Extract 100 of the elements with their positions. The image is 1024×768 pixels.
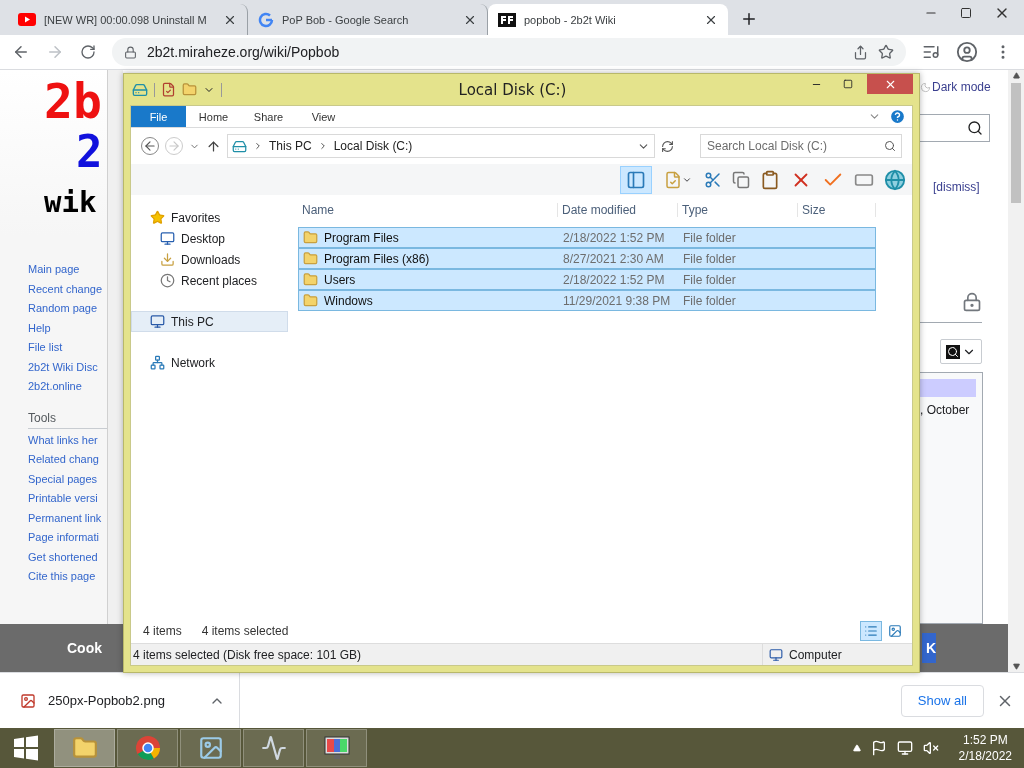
scroll-down-icon[interactable] — [1012, 663, 1020, 670]
sidebar-link[interactable]: Help — [28, 318, 107, 338]
nav-item[interactable]: Network — [131, 352, 288, 373]
search-dropdown[interactable] — [940, 339, 982, 364]
clock-icon — [160, 273, 175, 288]
search-icon[interactable] — [967, 120, 983, 136]
nav-item[interactable]: Downloads — [131, 249, 288, 270]
color-screen-icon — [323, 736, 350, 760]
file-row[interactable]: Program Files 2/18/2022 1:52 PM File folder — [298, 227, 876, 248]
file-row[interactable]: Program Files (x86) 8/27/2021 2:30 AM File folder — [298, 248, 876, 269]
network-icon[interactable] — [896, 740, 913, 756]
show-all-button[interactable]: Show all — [900, 684, 984, 717]
new-tab-icon[interactable] — [740, 10, 758, 28]
column-header[interactable]: Type — [678, 203, 798, 217]
up-icon[interactable] — [206, 138, 221, 154]
browser-logo-icon — [134, 735, 161, 761]
folder-icon — [303, 272, 318, 287]
sidebar-link[interactable]: 2b2t Wiki Disc — [28, 357, 107, 377]
drive-icon[interactable] — [132, 81, 148, 98]
paste-icon[interactable] — [760, 169, 780, 190]
sidebar-link[interactable]: Printable versi — [28, 489, 107, 509]
picture-frame-icon — [197, 735, 224, 761]
download-icon — [160, 252, 175, 267]
folder-icon — [303, 251, 318, 266]
infobox-text: , October — [920, 403, 971, 417]
sidebar-link[interactable]: Special pages — [28, 469, 107, 489]
column-header[interactable]: Size — [798, 203, 876, 217]
view-button[interactable] — [860, 621, 882, 641]
sidebar-link[interactable]: Main page — [28, 260, 107, 280]
sidebar-link[interactable]: 2b2t.online — [28, 377, 107, 397]
start-icon[interactable] — [12, 734, 40, 762]
tray-expand-icon[interactable] — [852, 744, 861, 752]
nav-item[interactable]: This PC — [131, 311, 288, 332]
drive-icon — [232, 138, 247, 154]
lock-icon[interactable] — [124, 45, 137, 59]
scroll-up-icon[interactable] — [1012, 72, 1020, 79]
profile-icon[interactable] — [956, 41, 978, 63]
bookmark-star-icon[interactable] — [878, 44, 894, 60]
sidebar-link[interactable]: Page informati — [28, 528, 107, 548]
scroll-thumb[interactable] — [1011, 83, 1021, 203]
clock[interactable]: 1:52 PM 2/18/2022 — [958, 732, 1012, 764]
panel-icon — [626, 169, 646, 190]
status-location: Computer — [789, 647, 842, 662]
refresh-icon[interactable] — [661, 139, 674, 153]
thumbnail-icon — [888, 624, 902, 638]
scrollbar[interactable] — [1008, 70, 1024, 672]
volume-muted-icon[interactable] — [922, 740, 939, 756]
wiki-logo-text: wik — [44, 184, 98, 221]
nav-item[interactable]: Favorites — [131, 207, 288, 228]
chevron-icon[interactable] — [253, 141, 263, 151]
taskbar-app[interactable] — [243, 729, 304, 767]
search-engine-logo-icon — [258, 11, 274, 28]
star-icon — [150, 210, 165, 225]
sidebar-link[interactable]: Permanent link — [28, 508, 107, 528]
breadcrumb[interactable]: Local Disk (C:) — [333, 139, 413, 153]
monitor-icon — [160, 231, 175, 246]
nav-item[interactable]: Desktop — [131, 228, 288, 249]
sidebar-link[interactable]: Cite this page — [28, 567, 107, 587]
sidebar-link[interactable]: What links her — [28, 430, 107, 450]
breadcrumb[interactable]: This PC — [269, 139, 312, 153]
file-row[interactable]: Users 2/18/2022 1:52 PM File folder — [298, 269, 876, 290]
dismiss-link[interactable]: [dismiss] — [933, 180, 1008, 194]
nav-item[interactable]: Recent places — [131, 270, 288, 291]
column-header[interactable]: Name — [298, 203, 558, 217]
window-title: Local Disk (C:) — [457, 80, 568, 99]
browser-tab[interactable]: popbob - 2b2t Wiki — [488, 4, 728, 35]
sidebar-link[interactable]: Random page — [28, 299, 107, 319]
properties-icon — [664, 170, 682, 189]
copy-icon[interactable] — [732, 170, 750, 189]
properties-icon[interactable] — [161, 82, 176, 97]
taskbar-app[interactable] — [117, 729, 178, 767]
accept-button[interactable]: K — [922, 633, 936, 663]
search-field[interactable]: Search Local Disk (C:) — [700, 134, 902, 158]
ribbon-tab[interactable]: File — [131, 106, 186, 127]
lock-icon — [962, 292, 982, 312]
preview-pane-button[interactable] — [620, 165, 652, 194]
media-icon[interactable] — [922, 43, 940, 61]
taskbar-app[interactable] — [180, 729, 241, 767]
reload-icon[interactable] — [80, 44, 96, 60]
taskbar-app[interactable] — [306, 729, 367, 767]
help-icon[interactable] — [889, 108, 906, 125]
file-row[interactable]: Windows 11/29/2021 9:38 PM File folder — [298, 290, 876, 311]
ribbon-tab[interactable]: View — [296, 106, 351, 127]
dark-mode-link[interactable]: Dark mode — [920, 80, 1008, 94]
folder-icon — [71, 735, 98, 761]
address-field[interactable]: This PC Local Disk (C:) — [227, 134, 655, 158]
address-field[interactable]: 2b2t.miraheze.org/wiki/Popbob — [112, 38, 906, 66]
ribbon-tab[interactable]: Home — [186, 106, 241, 127]
sidebar-link[interactable]: Recent change — [28, 279, 107, 299]
ribbon-tab[interactable]: Share — [241, 106, 296, 127]
back-icon[interactable] — [12, 43, 30, 61]
flag-icon[interactable] — [870, 740, 887, 756]
cut-icon[interactable] — [704, 170, 722, 189]
column-header[interactable]: Date modified — [558, 203, 678, 217]
sidebar-link[interactable]: Get shortened — [28, 547, 107, 567]
globe-icon[interactable] — [884, 168, 906, 191]
sidebar-link[interactable]: Related chang — [28, 450, 107, 470]
maximize-icon[interactable] — [960, 7, 972, 19]
sidebar-link[interactable]: File list — [28, 338, 107, 358]
share-icon[interactable] — [853, 44, 868, 60]
